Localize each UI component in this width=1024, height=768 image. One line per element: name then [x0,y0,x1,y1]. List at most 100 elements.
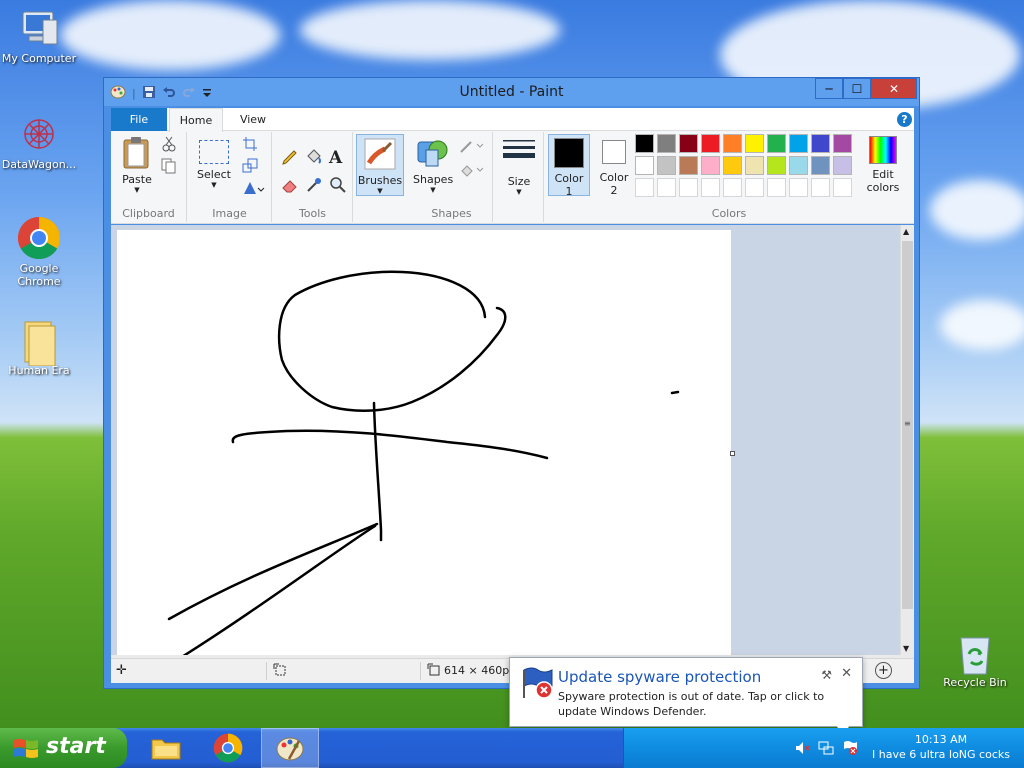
desktop-icon-datawagon[interactable]: DataWagon... [1,112,77,171]
palette-swatch[interactable] [745,134,764,153]
taskbar-chrome[interactable] [199,728,257,768]
stick-figure-drawing [167,270,680,655]
paste-button[interactable]: Paste ▼ [117,136,157,194]
desktop-icon-human-era[interactable]: Human Era [1,318,77,377]
rotate-icon[interactable] [242,180,266,198]
palette-swatch[interactable] [701,134,720,153]
magnifier-icon[interactable] [329,176,347,194]
zoom-in-icon[interactable]: + [875,662,892,679]
desktop-icon-my-computer[interactable]: My Computer [1,6,77,65]
group-clipboard: Paste ▼ Clipboard [111,132,187,222]
color1-button[interactable]: Color 1 [548,134,590,198]
group-label: Clipboard [122,207,175,220]
chevron-down-icon: ▼ [377,187,383,195]
cut-icon[interactable] [161,136,179,154]
computer-icon [17,6,61,50]
notification-balloon[interactable]: Update spyware protection Spyware protec… [509,657,863,727]
settings-wrench-icon[interactable]: ⚒ [821,668,832,682]
scroll-down-icon[interactable]: ▼ [903,644,909,653]
desktop-icon-google-chrome[interactable]: Google Chrome [1,216,77,288]
close-icon[interactable]: ✕ [841,666,852,681]
copy-icon[interactable] [161,158,179,176]
brushes-button[interactable]: Brushes ▼ [356,134,404,196]
tab-home[interactable]: Home [169,108,223,132]
custom-color-swatch[interactable] [635,178,654,197]
color2-button[interactable]: Color 2 [594,134,634,197]
drawing-canvas[interactable] [117,230,731,655]
custom-color-swatch[interactable] [767,178,786,197]
clock[interactable]: 10:13 AM I have 6 ultra IoNG cocks [866,732,1016,762]
select-label: Select [197,168,231,181]
palette-swatch[interactable] [789,134,808,153]
custom-color-swatch[interactable] [789,178,808,197]
close-button[interactable]: ✕ [871,78,917,99]
palette-swatch[interactable] [657,156,676,175]
help-button[interactable]: ? [897,112,912,127]
palette-swatch[interactable] [723,134,742,153]
palette-swatch[interactable] [833,156,852,175]
ribbon-tabs: File Home View ? [111,108,914,132]
palette-swatch[interactable] [767,134,786,153]
palette-swatch[interactable] [811,134,830,153]
maximize-button[interactable]: ☐ [843,78,871,99]
size-button[interactable]: Size ▼ [498,138,540,196]
desktop-icon-recycle-bin[interactable]: Recycle Bin [937,630,1013,689]
resize-icon[interactable] [242,158,260,176]
text-tool-icon[interactable]: A [329,148,347,168]
shapes-button[interactable]: Shapes ▼ [413,136,453,194]
group-tools: A Tools [273,132,353,222]
fill-icon[interactable] [459,162,485,180]
action-center-alert-icon[interactable] [842,740,858,759]
paint-window: | Untitled - Paint ─ ☐ ✕ File Home View … [103,77,920,689]
taskbar-file-explorer[interactable] [137,728,195,768]
palette-swatch[interactable] [657,134,676,153]
custom-color-swatch[interactable] [657,178,676,197]
custom-color-swatch[interactable] [723,178,742,197]
group-label: Image [212,207,247,220]
grip-icon: ≡ [904,419,911,428]
vertical-scrollbar[interactable]: ▲ ≡ ▼ [900,225,914,655]
palette-swatch[interactable] [635,156,654,175]
palette-swatch[interactable] [701,156,720,175]
custom-color-swatch[interactable] [701,178,720,197]
edit-colors-button[interactable]: Edit colors [861,134,905,194]
palette-swatch[interactable] [679,156,698,175]
palette-swatch[interactable] [789,156,808,175]
chevron-down-icon: ▼ [211,181,217,189]
palette-swatch[interactable] [723,156,742,175]
title-bar[interactable]: | Untitled - Paint ─ ☐ ✕ [104,78,919,106]
brush-icon [364,138,396,170]
network-icon[interactable] [818,740,834,759]
start-button[interactable]: start [0,728,127,768]
eraser-icon[interactable] [281,176,299,194]
palette-swatch[interactable] [833,134,852,153]
palette-swatch[interactable] [679,134,698,153]
taskbar-paint[interactable] [261,728,319,768]
tab-view[interactable]: View [229,108,277,131]
line-size-icon [503,140,535,158]
palette-swatch[interactable] [767,156,786,175]
tab-file[interactable]: File [111,108,167,131]
color-picker-icon[interactable] [305,176,323,194]
custom-color-swatch[interactable] [679,178,698,197]
folder-icon [17,318,61,367]
windows-logo-icon [12,736,40,766]
palette-swatch[interactable] [745,156,764,175]
volume-muted-icon[interactable] [794,740,810,759]
pencil-icon[interactable] [281,148,299,166]
fill-bucket-icon[interactable] [305,148,323,166]
palette-swatch[interactable] [811,156,830,175]
custom-color-swatch[interactable] [745,178,764,197]
crop-icon[interactable] [242,136,260,154]
cursor-position-icon: ✛ [116,663,127,678]
resize-handle[interactable] [730,451,735,456]
scroll-up-icon[interactable]: ▲ [903,227,909,236]
custom-color-swatch[interactable] [833,178,852,197]
desktop-icon-label: DataWagon... [1,158,77,171]
minimize-button[interactable]: ─ [815,78,843,99]
palette-swatch[interactable] [635,134,654,153]
custom-color-swatch[interactable] [811,178,830,197]
select-button[interactable]: Select ▼ [192,136,236,189]
outline-icon[interactable] [459,138,485,156]
taskbar: start 10:13 AM I have 6 ultra IoNG cocks [0,728,1024,768]
